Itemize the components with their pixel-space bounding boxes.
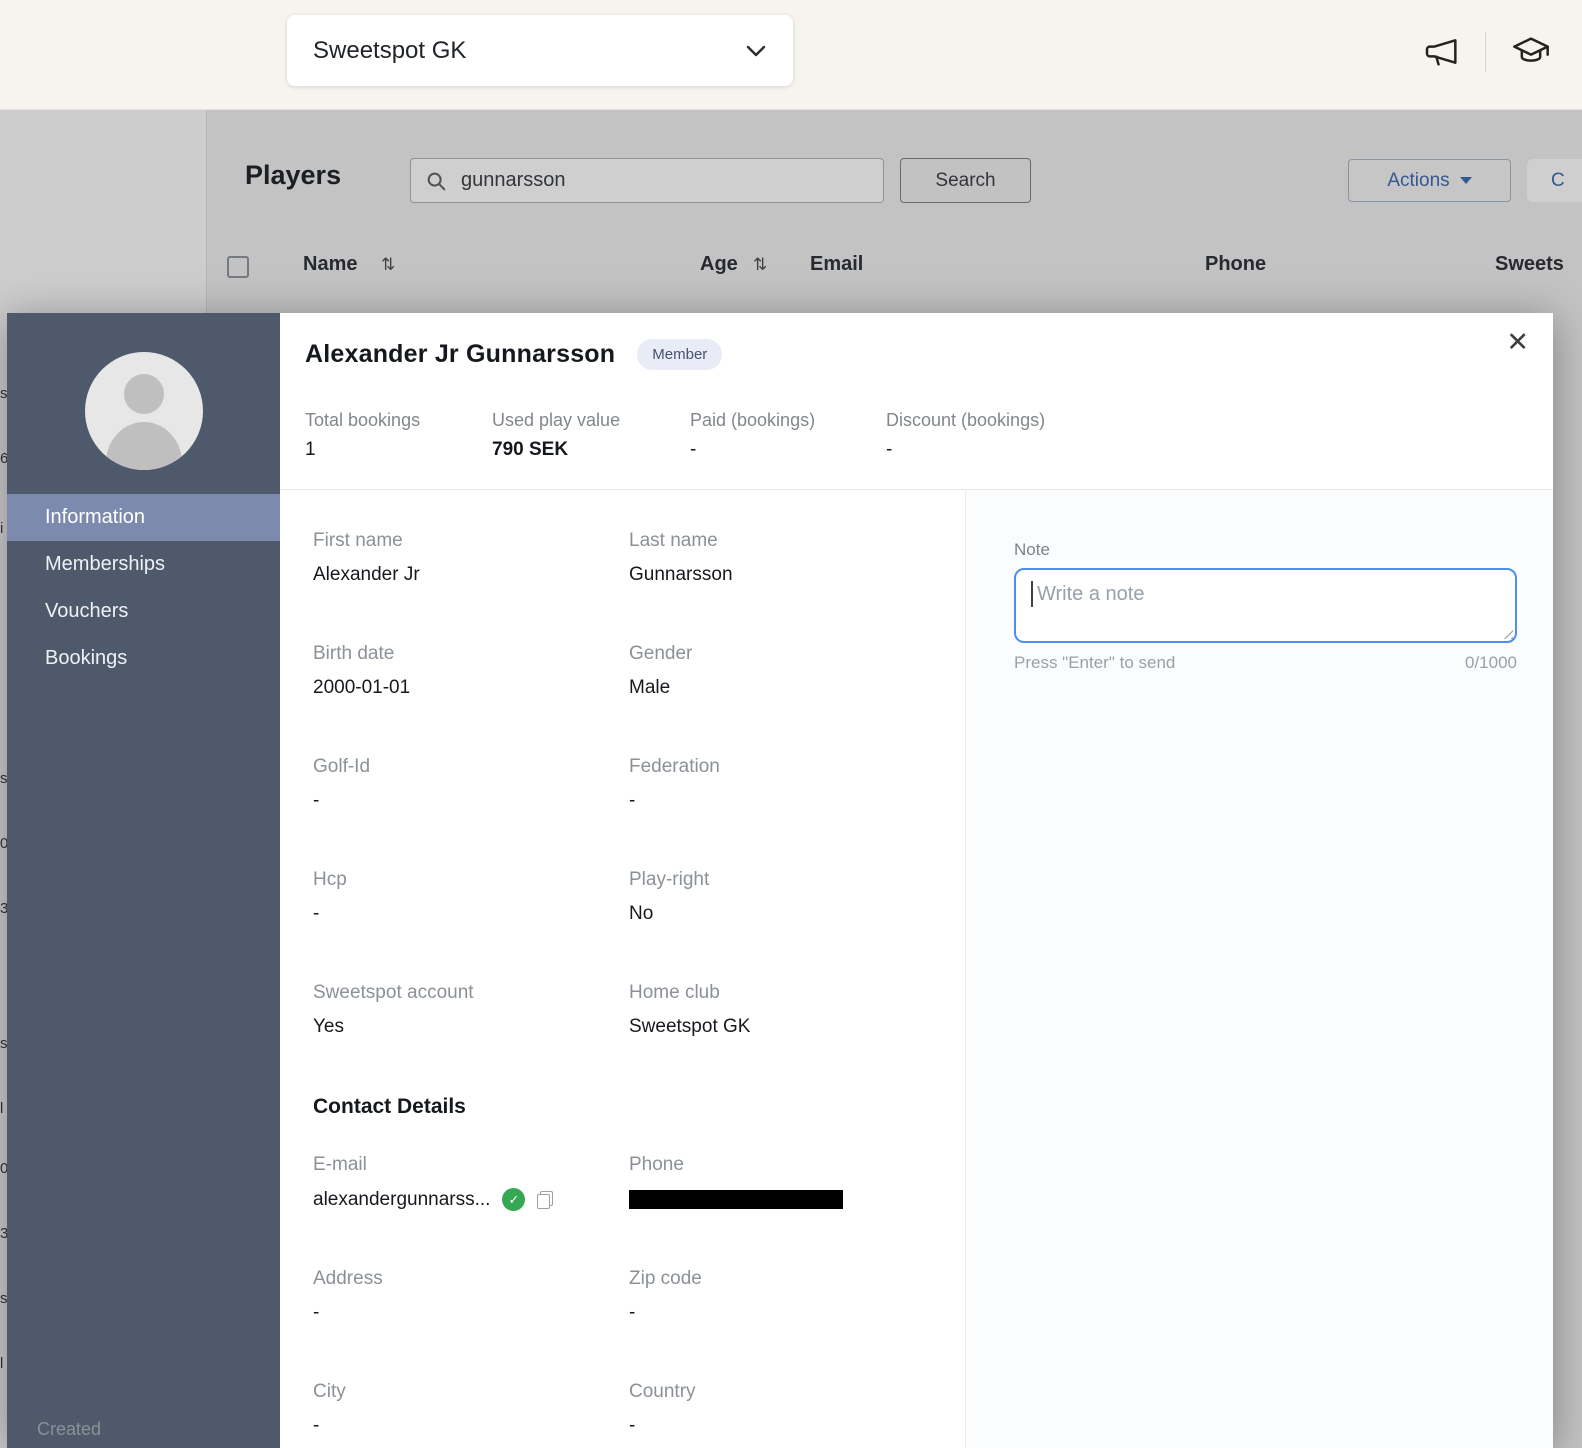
avatar [85,352,203,470]
sidebar-item-information[interactable]: Information [7,494,280,541]
field-value: Yes [313,1016,629,1038]
note-label: Note [1014,540,1517,560]
modal-sidebar: Information Memberships Vouchers Booking… [7,313,280,1448]
modal-body: First name Alexander Jr Last name Gunnar… [280,490,1553,1448]
field-label: Play-right [629,869,945,891]
field-value: 2000-01-01 [313,677,629,699]
modal-header: Alexander Jr Gunnarsson Member ✕ Total b… [280,313,1553,490]
field-label: Birth date [313,643,629,665]
player-stats: Total bookings 1 Used play value 790 SEK… [305,410,1528,461]
megaphone-icon[interactable] [1421,32,1463,72]
note-panel: Note Press "Enter" to send 0/1000 [965,490,1553,1448]
close-icon[interactable]: ✕ [1506,329,1529,356]
field-value: - [313,903,629,925]
field-federation: Federation - [629,756,945,812]
note-helper-text: Press "Enter" to send [1014,653,1175,673]
field-value: Sweetspot GK [629,1016,945,1038]
email-value: alexandergunnarss... [313,1189,490,1211]
field-phone: Phone [629,1154,945,1211]
field-label: Zip code [629,1268,945,1290]
sidebar-item-bookings[interactable]: Bookings [7,635,280,682]
field-label: E-mail [313,1154,629,1176]
stat-discount-bookings: Discount (bookings) - [886,410,1045,461]
field-email: E-mail alexandergunnarss... ✓ [313,1154,629,1211]
sidebar-item-vouchers[interactable]: Vouchers [7,588,280,635]
field-label: Country [629,1381,945,1403]
stat-label: Used play value [492,410,690,431]
club-selector[interactable]: Sweetspot GK [287,15,793,86]
field-label: Phone [629,1154,945,1176]
field-home-club: Home club Sweetspot GK [629,982,945,1038]
field-value: - [629,1302,945,1324]
field-value: - [629,790,945,812]
player-info-form: First name Alexander Jr Last name Gunnar… [280,490,965,1448]
field-label: Hcp [313,869,629,891]
field-play-right: Play-right No [629,869,945,925]
field-zip-code: Zip code - [629,1268,945,1324]
field-label: Federation [629,756,945,778]
contact-details-heading: Contact Details [313,1095,965,1119]
field-last-name: Last name Gunnarsson [629,530,945,586]
field-label: Sweetspot account [313,982,629,1004]
stat-label: Paid (bookings) [690,410,886,431]
field-value: Male [629,677,945,699]
sidebar-item-memberships[interactable]: Memberships [7,541,280,588]
field-label: Last name [629,530,945,552]
stat-used-play-value: Used play value 790 SEK [492,410,690,461]
stat-value: 790 SEK [492,439,690,461]
stat-label: Total bookings [305,410,492,431]
field-golf-id: Golf-Id - [313,756,629,812]
modal-sidebar-menu: Information Memberships Vouchers Booking… [7,494,280,682]
player-name-title: Alexander Jr Gunnarsson [305,340,615,369]
stat-paid-bookings: Paid (bookings) - [690,410,886,461]
screen: Players gunnarsson Search Actions C Name… [0,0,1582,1448]
field-first-name: First name Alexander Jr [313,530,629,586]
field-value: - [313,1415,629,1437]
note-input[interactable] [1014,568,1517,643]
field-label: City [313,1381,629,1403]
graduation-cap-icon[interactable] [1508,32,1554,72]
icon-divider [1485,32,1486,72]
modal-main: Alexander Jr Gunnarsson Member ✕ Total b… [280,313,1553,1448]
field-city: City - [313,1381,629,1437]
field-address: Address - [313,1268,629,1324]
text-caret [1031,581,1033,607]
stat-value: - [690,439,886,461]
club-selector-value: Sweetspot GK [313,37,466,65]
stat-value: - [886,439,1045,461]
top-bar: Sweetspot GK [0,0,1582,110]
field-label: Address [313,1268,629,1290]
field-gender: Gender Male [629,643,945,699]
chevron-down-icon [745,44,767,58]
field-value: Alexander Jr [313,564,629,586]
created-label: Created [37,1419,101,1440]
field-label: Home club [629,982,945,1004]
stat-label: Discount (bookings) [886,410,1045,431]
field-value: - [313,790,629,812]
field-label: Golf-Id [313,756,629,778]
verified-check-icon: ✓ [502,1188,525,1211]
field-hcp: Hcp - [313,869,629,925]
note-char-counter: 0/1000 [1465,653,1517,673]
stat-value: 1 [305,439,492,461]
field-label: Gender [629,643,945,665]
stat-total-bookings: Total bookings 1 [305,410,492,461]
field-value: - [629,1415,945,1437]
field-value: No [629,903,945,925]
field-birth-date: Birth date 2000-01-01 [313,643,629,699]
player-details-modal: Information Memberships Vouchers Booking… [7,313,1553,1448]
field-value: - [313,1302,629,1324]
phone-redacted-bar [629,1190,843,1209]
field-label: First name [313,530,629,552]
field-sweetspot-account: Sweetspot account Yes [313,982,629,1038]
field-value: Gunnarsson [629,564,945,586]
copy-icon[interactable] [537,1191,553,1209]
field-country: Country - [629,1381,945,1437]
member-badge: Member [637,339,722,370]
